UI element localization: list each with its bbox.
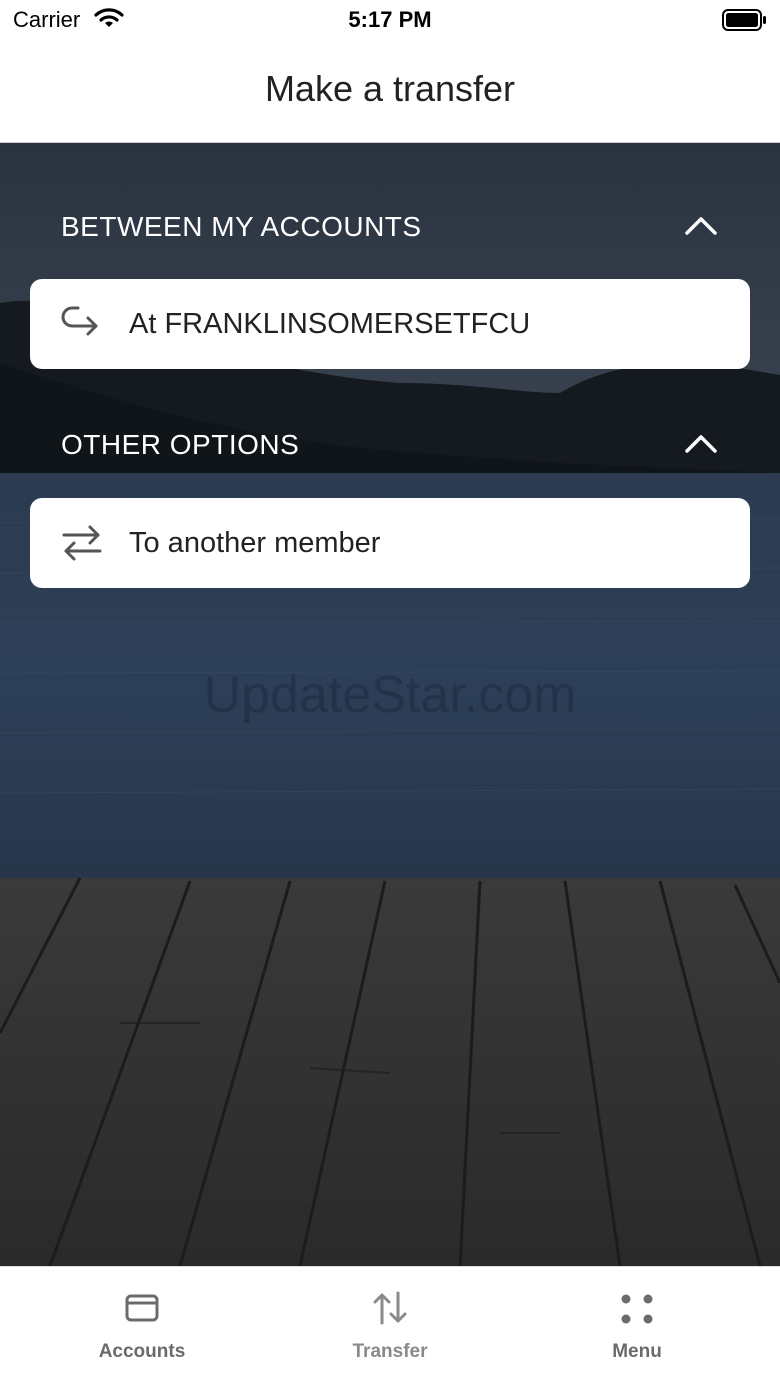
tab-label: Transfer [352, 1341, 428, 1362]
tab-label: Menu [612, 1341, 662, 1362]
option-label: At FRANKLINSOMERSETFCU [129, 308, 531, 340]
navigation-bar: Make a transfer [0, 42, 780, 143]
transfer-arrows-icon [373, 1291, 407, 1325]
chevron-up-icon [685, 435, 717, 453]
grid-dots-icon [621, 1294, 653, 1324]
internal-transfer-icon [61, 306, 98, 336]
watermark-text: UpdateStar.com [203, 666, 577, 724]
chevron-up-icon [685, 217, 717, 235]
status-time: 5:17 PM [348, 7, 432, 32]
section-header-between-my-accounts[interactable]: BETWEEN MY ACCOUNTS [30, 197, 750, 257]
option-at-franklinsomersetfcu[interactable]: At FRANKLINSOMERSETFCU [30, 279, 750, 369]
wallet-icon [125, 1294, 159, 1322]
battery-icon [722, 9, 766, 31]
section-title: OTHER OPTIONS [61, 429, 300, 460]
tab-bar: Accounts Transfer Menu [0, 1266, 780, 1388]
section-title: BETWEEN MY ACCOUNTS [61, 211, 422, 242]
section-header-other-options[interactable]: OTHER OPTIONS [30, 415, 750, 475]
page-title: Make a transfer [264, 68, 516, 109]
status-bar: Carrier 5:17 PM [0, 0, 780, 42]
tab-transfer[interactable]: Transfer [260, 1267, 520, 1388]
tab-accounts[interactable]: Accounts [12, 1267, 272, 1388]
tab-label: Accounts [98, 1341, 186, 1362]
option-to-another-member[interactable]: To another member [30, 498, 750, 588]
tab-menu[interactable]: Menu [507, 1267, 767, 1388]
swap-arrows-icon [62, 525, 102, 561]
transfer-options-content: UpdateStar.com BETWEEN MY ACCOUNTS At FR… [0, 143, 780, 1266]
option-label: To another member [129, 527, 381, 559]
